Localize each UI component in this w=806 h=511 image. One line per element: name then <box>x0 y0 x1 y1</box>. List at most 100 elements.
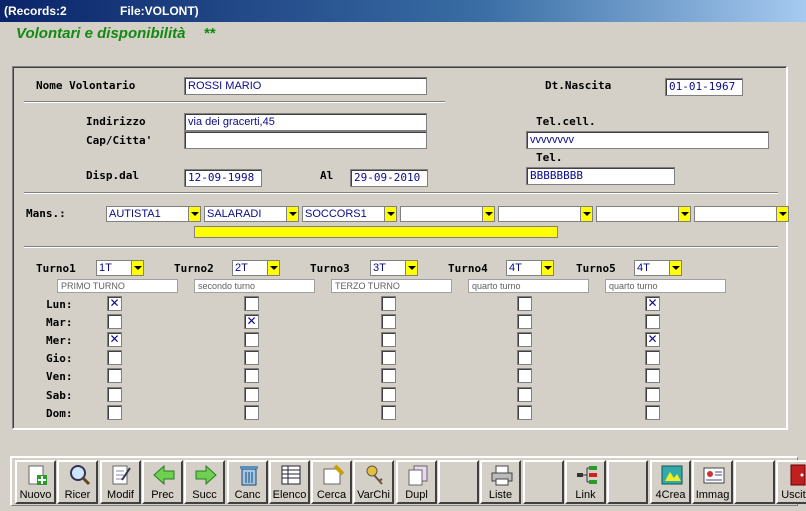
search-doc-icon <box>321 464 345 486</box>
mansione-select-4[interactable] <box>400 206 495 222</box>
day-checkbox[interactable] <box>645 387 660 402</box>
turno-desc-4[interactable]: quarto turno <box>468 279 589 293</box>
chevron-down-icon[interactable] <box>286 207 298 221</box>
day-checkbox[interactable] <box>381 314 396 329</box>
day-checkbox[interactable] <box>107 387 122 402</box>
day-checkbox[interactable]: ✕ <box>645 332 660 347</box>
turno-select-1[interactable]: 1T <box>96 260 144 276</box>
day-checkbox[interactable] <box>244 368 259 383</box>
day-checkbox[interactable] <box>107 350 122 365</box>
chevron-down-icon[interactable] <box>776 207 788 221</box>
day-checkbox[interactable] <box>517 332 532 347</box>
toolbar-button-4crea[interactable]: 4Crea <box>650 460 691 504</box>
turno-select-4[interactable]: 4T <box>506 260 554 276</box>
chevron-down-icon[interactable] <box>669 261 681 275</box>
toolbar-button-cerca[interactable]: Cerca <box>311 460 352 504</box>
turno-select-5[interactable]: 4T <box>634 260 682 276</box>
toolbar-button-empty[interactable] <box>523 460 564 504</box>
day-checkbox[interactable] <box>517 314 532 329</box>
indirizzo-field[interactable]: via dei gracerti,45 <box>184 113 427 131</box>
chevron-down-icon[interactable] <box>384 207 396 221</box>
chevron-down-icon[interactable] <box>131 261 143 275</box>
chevron-down-icon[interactable] <box>188 207 200 221</box>
mansione-select-2[interactable]: SALARADI <box>204 206 299 222</box>
toolbar-button-empty[interactable] <box>438 460 479 504</box>
nome-field[interactable]: ROSSI MARIO <box>184 77 427 95</box>
toolbar-button-elenco[interactable]: Elenco <box>269 460 310 504</box>
turno-desc-5[interactable]: quarto turno <box>605 279 726 293</box>
toolbar-button-empty[interactable] <box>607 460 648 504</box>
toolbar-button-modif[interactable]: Modif <box>100 460 141 504</box>
al-field[interactable]: 29-09-2010 <box>350 169 428 187</box>
day-checkbox[interactable] <box>517 350 532 365</box>
day-checkbox[interactable] <box>244 350 259 365</box>
dt-nascita-field[interactable]: 01-01-1967 <box>665 78 743 96</box>
turno-select-2[interactable]: 2T <box>232 260 280 276</box>
toolbar-button-link[interactable]: Link <box>565 460 606 504</box>
toolbar-button-uscita[interactable]: Uscita <box>776 460 806 504</box>
toolbar-button-liste[interactable]: Liste <box>480 460 521 504</box>
day-checkbox[interactable] <box>517 387 532 402</box>
chevron-down-icon[interactable] <box>678 207 690 221</box>
toolbar-button-dupl[interactable]: Dupl <box>396 460 437 504</box>
day-checkbox[interactable]: ✕ <box>107 296 122 311</box>
day-checkbox[interactable]: ✕ <box>645 296 660 311</box>
mansione-select-1[interactable]: AUTISTA1 <box>106 206 201 222</box>
day-checkbox[interactable]: ✕ <box>107 332 122 347</box>
toolbar-button-immag[interactable]: Immag <box>692 460 733 504</box>
chevron-down-icon[interactable] <box>405 261 417 275</box>
chevron-down-icon[interactable] <box>482 207 494 221</box>
arrow-right-icon <box>194 464 218 486</box>
toolbar-button-empty[interactable] <box>734 460 775 504</box>
tel-field[interactable]: BBBBBBBB <box>526 167 675 185</box>
turno-desc-3[interactable]: TERZO TURNO <box>331 279 452 293</box>
day-checkbox[interactable] <box>244 405 259 420</box>
day-checkbox[interactable] <box>381 387 396 402</box>
day-checkbox[interactable] <box>381 296 396 311</box>
mansione-value-2: SALARADI <box>207 208 262 220</box>
day-checkbox[interactable] <box>244 296 259 311</box>
day-checkbox[interactable] <box>517 405 532 420</box>
chevron-down-icon[interactable] <box>580 207 592 221</box>
day-checkbox[interactable]: ✕ <box>244 314 259 329</box>
chevron-down-icon[interactable] <box>541 261 553 275</box>
day-checkbox[interactable] <box>107 314 122 329</box>
day-checkbox[interactable] <box>107 368 122 383</box>
cap-field[interactable] <box>184 131 427 149</box>
day-checkbox[interactable] <box>107 405 122 420</box>
separator-2 <box>24 192 778 194</box>
day-checkbox[interactable] <box>517 368 532 383</box>
mansione-select-7[interactable] <box>694 206 789 222</box>
day-checkbox[interactable] <box>244 387 259 402</box>
day-checkbox[interactable] <box>244 332 259 347</box>
turno-desc-2[interactable]: secondo turno <box>194 279 315 293</box>
toolbar-button-ricer[interactable]: Ricer <box>57 460 98 504</box>
toolbar-button-varchi[interactable]: VarChi <box>353 460 394 504</box>
mansione-select-6[interactable] <box>596 206 691 222</box>
day-checkbox[interactable] <box>645 368 660 383</box>
chevron-down-icon[interactable] <box>267 261 279 275</box>
toolbar-button-nuovo[interactable]: Nuovo <box>15 460 56 504</box>
day-checkbox[interactable] <box>517 296 532 311</box>
turno-desc-1[interactable]: PRIMO TURNO <box>57 279 178 293</box>
disp-dal-field[interactable]: 12-09-1998 <box>184 169 262 187</box>
day-checkbox[interactable] <box>645 314 660 329</box>
toolbar-button-canc[interactable]: Canc <box>227 460 268 504</box>
mansione-select-3[interactable]: SOCCORS1 <box>302 206 397 222</box>
day-checkbox[interactable] <box>381 368 396 383</box>
toolbar-button-succ[interactable]: Succ <box>184 460 225 504</box>
turno-code-2: 2T <box>235 262 248 274</box>
day-checkbox[interactable] <box>645 405 660 420</box>
turno-label-3: Turno3 <box>310 262 350 275</box>
day-checkbox[interactable] <box>381 350 396 365</box>
day-checkbox[interactable] <box>381 405 396 420</box>
mansione-value-1: AUTISTA1 <box>109 208 161 220</box>
turno-select-3[interactable]: 3T <box>370 260 418 276</box>
mansione-select-5[interactable] <box>498 206 593 222</box>
day-checkbox[interactable] <box>381 332 396 347</box>
toolbar-button-prec[interactable]: Prec <box>142 460 183 504</box>
mansione-value-3: SOCCORS1 <box>305 208 367 220</box>
tel-cell-field[interactable]: vvvvvvvv <box>526 131 769 149</box>
day-checkbox[interactable] <box>645 350 660 365</box>
toolbar-button-label: Nuovo <box>19 489 52 501</box>
